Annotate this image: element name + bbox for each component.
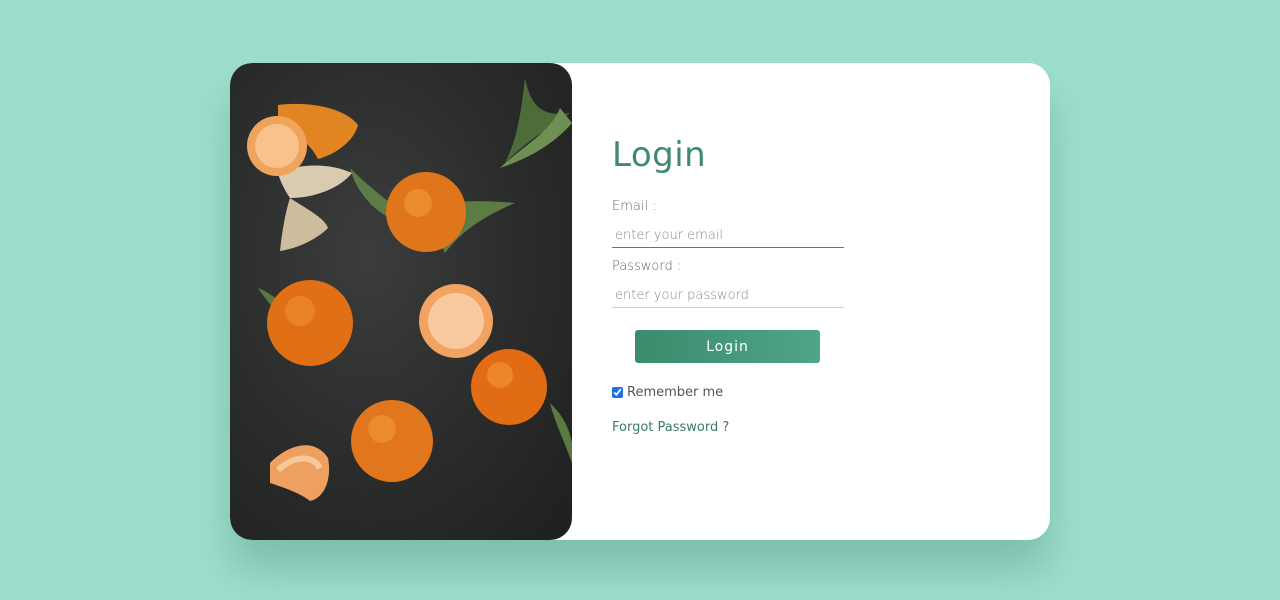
remember-me-checkbox[interactable] (612, 387, 623, 398)
login-title: Login (612, 135, 707, 175)
tangerine-photo (230, 63, 572, 540)
login-form: Login Email : Password : Login Remember … (612, 63, 1012, 540)
email-field[interactable] (612, 224, 844, 248)
email-label: Email : (612, 199, 657, 214)
remember-me[interactable]: Remember me (612, 385, 723, 400)
password-field[interactable] (612, 284, 844, 308)
forgot-password-link[interactable]: Forgot Password ? (612, 420, 729, 435)
remember-me-label: Remember me (627, 385, 724, 400)
login-card: Login Email : Password : Login Remember … (230, 63, 1050, 540)
password-label: Password : (612, 259, 682, 274)
tangerine-illustration (247, 78, 572, 501)
login-button[interactable]: Login (635, 330, 820, 363)
